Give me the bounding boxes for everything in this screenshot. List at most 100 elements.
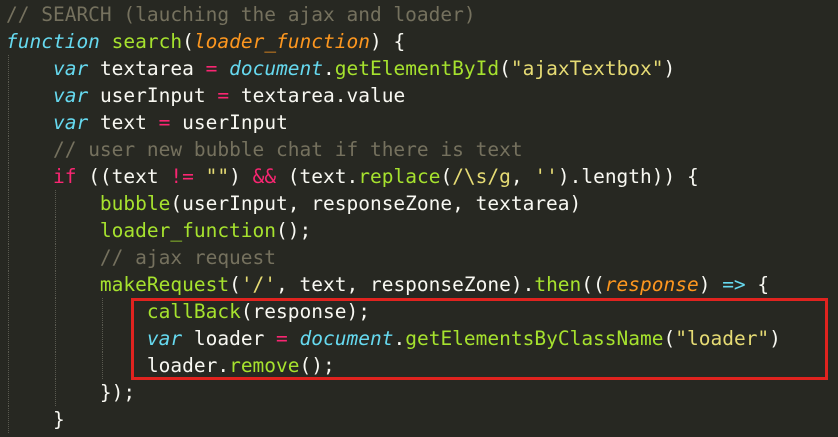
indent-guide [8,244,9,271]
code-token: && [252,165,277,188]
code-token: "ajaxTextbox" [510,57,664,80]
code-token: var [52,111,89,134]
code-editor[interactable]: // SEARCH (lauching the ajax and loader)… [0,0,838,437]
code-token: '/' [240,273,277,296]
indent-guide [8,163,9,190]
indent-guide [102,298,103,325]
code-token: { [745,273,770,296]
code-token: getElementById [334,57,500,80]
indent-guide [8,217,9,244]
indent-guide [8,379,9,406]
code-token: var [146,327,183,350]
code-token: = [217,84,230,107]
code-line: loader.remove(); [6,352,781,379]
indent-guide [102,325,103,352]
code-token: }); [99,381,136,404]
code-token: ( [663,327,676,350]
code-token: "" [205,165,230,188]
code-token: ( [499,57,511,80]
indent-guide [55,244,56,271]
code-token: ).length)) { [557,165,699,188]
code-token: callBack [146,300,241,323]
indent-guide [8,190,9,217]
code-token: . [393,327,406,350]
code-token: ( [440,165,453,188]
code-line: // ajax request [6,244,781,271]
indent-guide [55,352,56,379]
indent-guide [8,82,9,109]
indent-guide [8,136,9,163]
code-line: function search(loader_function) { [6,28,781,55]
code-token: ( [182,30,194,53]
code-token: // user new bubble chat if there is text [52,138,523,161]
code-token: var [52,57,89,80]
code-token: // ajax request [99,246,277,269]
code-token: => [722,273,746,296]
code-token: var [52,84,89,107]
code-token: ( [229,273,241,296]
code-token: . [323,57,335,80]
code-token: function [6,30,100,53]
code-token: loader_function [99,219,277,242]
code-token: (response); [240,300,370,323]
code-line: } [6,406,781,433]
code-token: ) [663,57,676,80]
indent-guide [8,325,9,352]
code-line: var loader = document.getElementsByClass… [6,325,781,352]
indent-guide [55,379,56,406]
code-token: /\s/g [452,165,511,188]
code-token: = [276,327,288,350]
code-token: (); [276,219,312,242]
code-line: callBack(response); [6,298,781,325]
code-token: != [170,165,194,188]
indent-guide [8,109,9,136]
code-token: = [158,111,171,134]
code-token: userInput [170,111,288,134]
code-token: , text, responseZone). [276,273,535,296]
indent-guide [8,55,9,82]
code-token: remove [229,354,300,377]
code-token: ) { [369,30,406,53]
code-token: makeRequest [99,273,230,296]
code-token: replace [358,165,441,188]
code-token: ((text [76,165,171,188]
code-token: } [52,408,65,431]
code-token: getElementsByClassName [405,327,664,350]
code-line: if ((text != "") && (text.replace(/\s/g,… [6,163,781,190]
code-token: textarea [88,57,206,80]
indent-guide [55,271,56,298]
code-token: then [534,273,582,296]
indent-guide [102,352,103,379]
code-line: // user new bubble chat if there is text [6,136,781,163]
indent-guide [55,217,56,244]
indent-guide [55,325,56,352]
code-line: var textarea = document.getElementById("… [6,55,781,82]
code-token: // SEARCH (lauching the ajax and loader) [6,3,476,26]
code-line: loader_function(); [6,217,781,244]
code-token: ) [229,165,253,188]
indent-guide [8,352,9,379]
code-token: userInput [88,84,218,107]
code-token: search [111,30,183,53]
code-token: text [88,111,159,134]
code-token: loader_function [193,30,370,53]
code-token: (text. [276,165,359,188]
code-token: loader [182,327,277,350]
code-token: if [52,165,77,188]
code-token: ) [698,273,723,296]
